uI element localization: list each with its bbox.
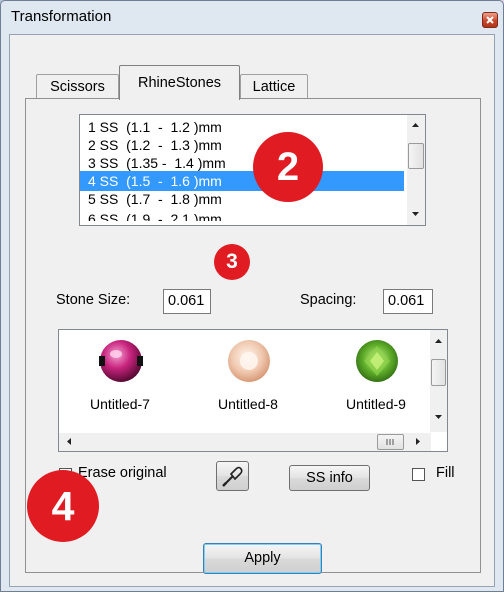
arrow-right-icon [416, 438, 420, 445]
close-icon [486, 16, 494, 24]
arrow-down-icon [435, 415, 442, 419]
fill-label: Fill [436, 465, 455, 481]
stone-size-label: Stone Size: [56, 292, 131, 308]
image-list-vscrollbar[interactable] [430, 330, 447, 432]
stone-size-field[interactable]: 0.061 [163, 289, 211, 314]
pick-button[interactable] [216, 461, 249, 491]
stone-item-untitled-8[interactable]: Untitled-8 [193, 338, 303, 426]
window-title: Transformation [11, 8, 112, 25]
stone-item-untitled-9[interactable]: Untitled-9 [321, 338, 431, 426]
list-item[interactable]: 1 SS (1.1 - 1.2 )mm [84, 117, 404, 137]
list-item[interactable]: 2 SS (1.2 - 1.3 )mm [84, 135, 404, 155]
arrow-up-icon [435, 339, 442, 343]
spacing-field[interactable]: 0.061 [383, 289, 433, 314]
scroll-thumb[interactable] [377, 434, 404, 450]
erase-original-label: Erase original [78, 465, 167, 481]
list-item[interactable]: 3 SS (1.35 - 1.4 )mm [84, 153, 404, 173]
arrow-up-icon [412, 123, 419, 127]
scroll-down-arrow[interactable] [407, 205, 424, 222]
apply-button[interactable]: Apply [203, 543, 322, 574]
grip-icon [386, 439, 394, 445]
transformation-window: Transformation Scissors RhineStones Latt… [0, 0, 504, 592]
tab-scissors[interactable]: Scissors [36, 74, 119, 99]
rhinestone-image-list[interactable]: Untitled-7 Untitled-8 Untitled-9 [58, 329, 448, 452]
size-list-scrollbar[interactable] [407, 115, 425, 225]
arrow-left-icon [67, 438, 71, 445]
pink-rhinestone-icon [99, 340, 143, 382]
scroll-down-arrow[interactable] [430, 408, 447, 425]
scroll-up-arrow[interactable] [407, 117, 424, 134]
stone-label: Untitled-7 [90, 396, 150, 412]
scroll-right-arrow[interactable] [409, 433, 426, 450]
title-bar[interactable]: Transformation [1, 1, 503, 33]
callout-badge-3: 3 [214, 244, 250, 280]
image-list-hscrollbar[interactable] [59, 433, 431, 451]
eyedropper-icon [221, 466, 243, 487]
callout-badge-2: 2 [253, 132, 323, 202]
tab-rhinestones[interactable]: RhineStones [119, 65, 240, 100]
stone-label: Untitled-8 [218, 396, 278, 412]
tab-lattice[interactable]: Lattice [240, 74, 308, 99]
ss-info-button[interactable]: SS info [289, 465, 370, 491]
arrow-down-icon [412, 212, 419, 216]
scroll-thumb[interactable] [431, 359, 446, 386]
stone-item-untitled-7[interactable]: Untitled-7 [65, 338, 175, 426]
green-rhinestone-icon [356, 340, 398, 382]
scroll-up-arrow[interactable] [430, 333, 447, 350]
close-button[interactable] [482, 12, 498, 28]
spacing-label: Spacing: [300, 292, 357, 308]
list-item[interactable]: 6 SS (1.9 - 2.1 )mm [84, 207, 404, 221]
fill-checkbox[interactable] [412, 468, 425, 481]
list-item-selected[interactable]: 4 SS (1.5 - 1.6 )mm [80, 171, 404, 191]
callout-badge-4: 4 [27, 470, 99, 542]
list-item[interactable]: 5 SS (1.7 - 1.8 )mm [84, 189, 404, 209]
stone-label: Untitled-9 [346, 396, 406, 412]
scroll-left-arrow[interactable] [61, 433, 78, 450]
peach-rhinestone-icon [228, 340, 270, 382]
scroll-thumb[interactable] [408, 143, 424, 169]
